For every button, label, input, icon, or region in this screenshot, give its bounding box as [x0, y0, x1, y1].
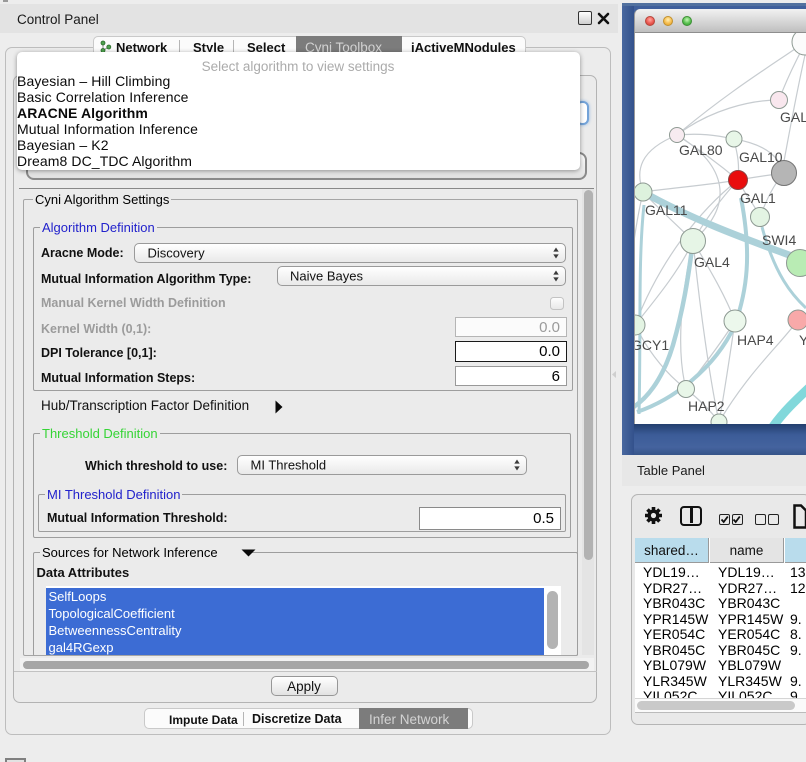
- svg-text:GAL1: GAL1: [740, 190, 776, 206]
- svg-text:SWI4: SWI4: [762, 232, 796, 248]
- svg-text:Y: Y: [799, 332, 806, 348]
- svg-text:HAP4: HAP4: [737, 332, 774, 348]
- svg-text:GAL11: GAL11: [645, 202, 688, 218]
- svg-text:GAL80: GAL80: [679, 142, 723, 158]
- svg-text:GAL4: GAL4: [694, 254, 730, 270]
- svg-text:GCY1: GCY1: [635, 337, 669, 353]
- svg-text:HAP2: HAP2: [688, 398, 725, 414]
- svg-text:GAL10: GAL10: [739, 149, 783, 165]
- svg-text:GAL: GAL: [780, 109, 806, 125]
